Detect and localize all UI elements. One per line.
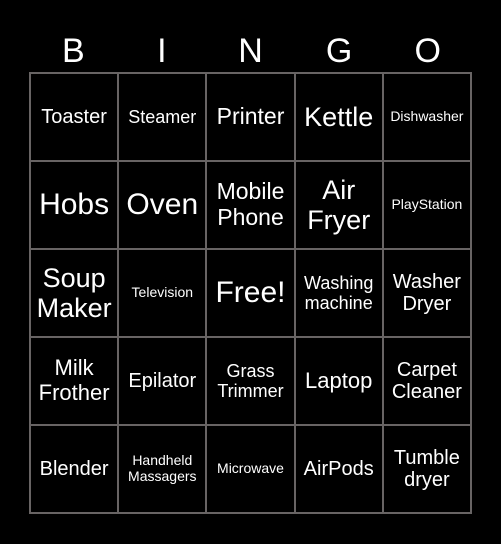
cell-label: Microwave (217, 460, 284, 477)
bingo-cell[interactable]: Washer Dryer (382, 249, 471, 337)
header-letter-g: G (325, 32, 353, 70)
bingo-cell[interactable]: Television (118, 249, 207, 337)
bingo-cell[interactable]: Oven (118, 161, 207, 249)
cell-label: AirPods (303, 457, 374, 480)
cell-label: Mobile Phone (216, 178, 285, 230)
cell-label: Television (131, 284, 194, 301)
cell-label: Grass Trimmer (217, 360, 284, 401)
cell-label: Handheld Massagers (128, 452, 197, 484)
bingo-cell[interactable]: Soup Maker (30, 249, 119, 337)
cell-label: Washing machine (304, 272, 374, 313)
bingo-cell[interactable]: Microwave (206, 425, 295, 513)
free-space-cell[interactable]: Free! (206, 249, 295, 337)
bingo-card-grid: Toaster Steamer Printer Kettle Dishwasher Hob… (29, 72, 472, 514)
cell-label: Air Fryer (307, 174, 371, 235)
cell-label: Hobs (39, 188, 110, 222)
bingo-cell[interactable]: Laptop (294, 337, 383, 425)
bingo-cell[interactable]: Steamer (118, 73, 207, 161)
bingo-cell[interactable]: Hobs (30, 161, 119, 249)
cell-label: Printer (216, 103, 285, 130)
bingo-cell[interactable]: PlayStation (382, 161, 471, 249)
header-letter-b: B (61, 32, 85, 70)
cell-label: Carpet Cleaner (391, 358, 462, 403)
bingo-cell[interactable]: AirPods (294, 425, 383, 513)
bingo-cell[interactable]: Carpet Cleaner (382, 337, 471, 425)
bingo-cell[interactable]: Mobile Phone (206, 161, 295, 249)
cell-label: Toaster (41, 105, 107, 128)
bingo-cell[interactable]: Printer (206, 73, 295, 161)
header-letter-n: N (238, 32, 263, 70)
bingo-cell[interactable]: Grass Trimmer (206, 337, 295, 425)
bingo-cell[interactable]: Washing machine (294, 249, 383, 337)
bingo-header: B I N G O (29, 30, 472, 72)
cell-label: Laptop (305, 367, 373, 393)
bingo-cell[interactable]: Handheld Massagers (118, 425, 207, 513)
cell-label: Kettle (304, 101, 374, 132)
cell-label: Dishwasher (390, 108, 464, 125)
cell-label: Free! (215, 276, 286, 310)
cell-label: Washer Dryer (392, 270, 461, 315)
bingo-cell[interactable]: Toaster (30, 73, 119, 161)
header-letter-o: O (414, 32, 441, 70)
bingo-cell[interactable]: Dishwasher (382, 73, 471, 161)
header-letter-i: I (157, 32, 167, 70)
cell-label: Milk Frother (38, 355, 110, 405)
cell-label: Blender (39, 457, 109, 480)
cell-label: Steamer (128, 106, 197, 127)
bingo-cell[interactable]: Milk Frother (30, 337, 119, 425)
cell-label: Soup Maker (36, 262, 112, 323)
cell-label: PlayStation (391, 196, 463, 213)
bingo-cell[interactable]: Blender (30, 425, 119, 513)
bingo-cell[interactable]: Epilator (118, 337, 207, 425)
bingo-cell[interactable]: Air Fryer (294, 161, 383, 249)
cell-label: Tumble dryer (393, 446, 460, 491)
bingo-cell[interactable]: Tumble dryer (382, 425, 471, 513)
cell-label: Oven (126, 188, 199, 222)
bingo-cell[interactable]: Kettle (294, 73, 383, 161)
cell-label: Epilator (128, 369, 197, 392)
